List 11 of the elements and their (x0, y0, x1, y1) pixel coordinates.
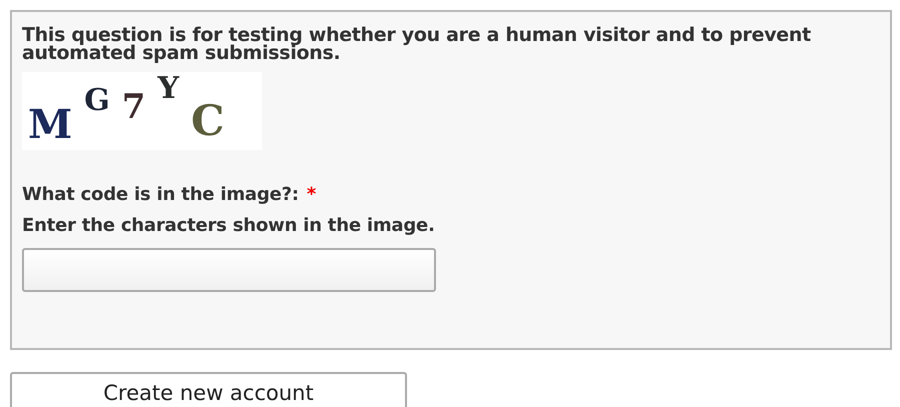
field-label: What code is in the image?: (22, 184, 299, 205)
field-description: Enter the characters shown in the image. (22, 215, 435, 236)
captcha-input-field[interactable] (22, 248, 436, 292)
captcha-character: M (28, 105, 72, 145)
captcha-character: G (84, 86, 110, 116)
captcha-character: Y (158, 74, 179, 104)
required-mark: * (306, 184, 316, 205)
captcha-description: This question is for testing whether you are a human visitor and to prevent automated spam submissions. (22, 26, 812, 62)
create-account-button[interactable]: Create new account (10, 372, 407, 407)
captcha-character: C (191, 100, 224, 142)
captcha-character: 7 (122, 90, 146, 124)
